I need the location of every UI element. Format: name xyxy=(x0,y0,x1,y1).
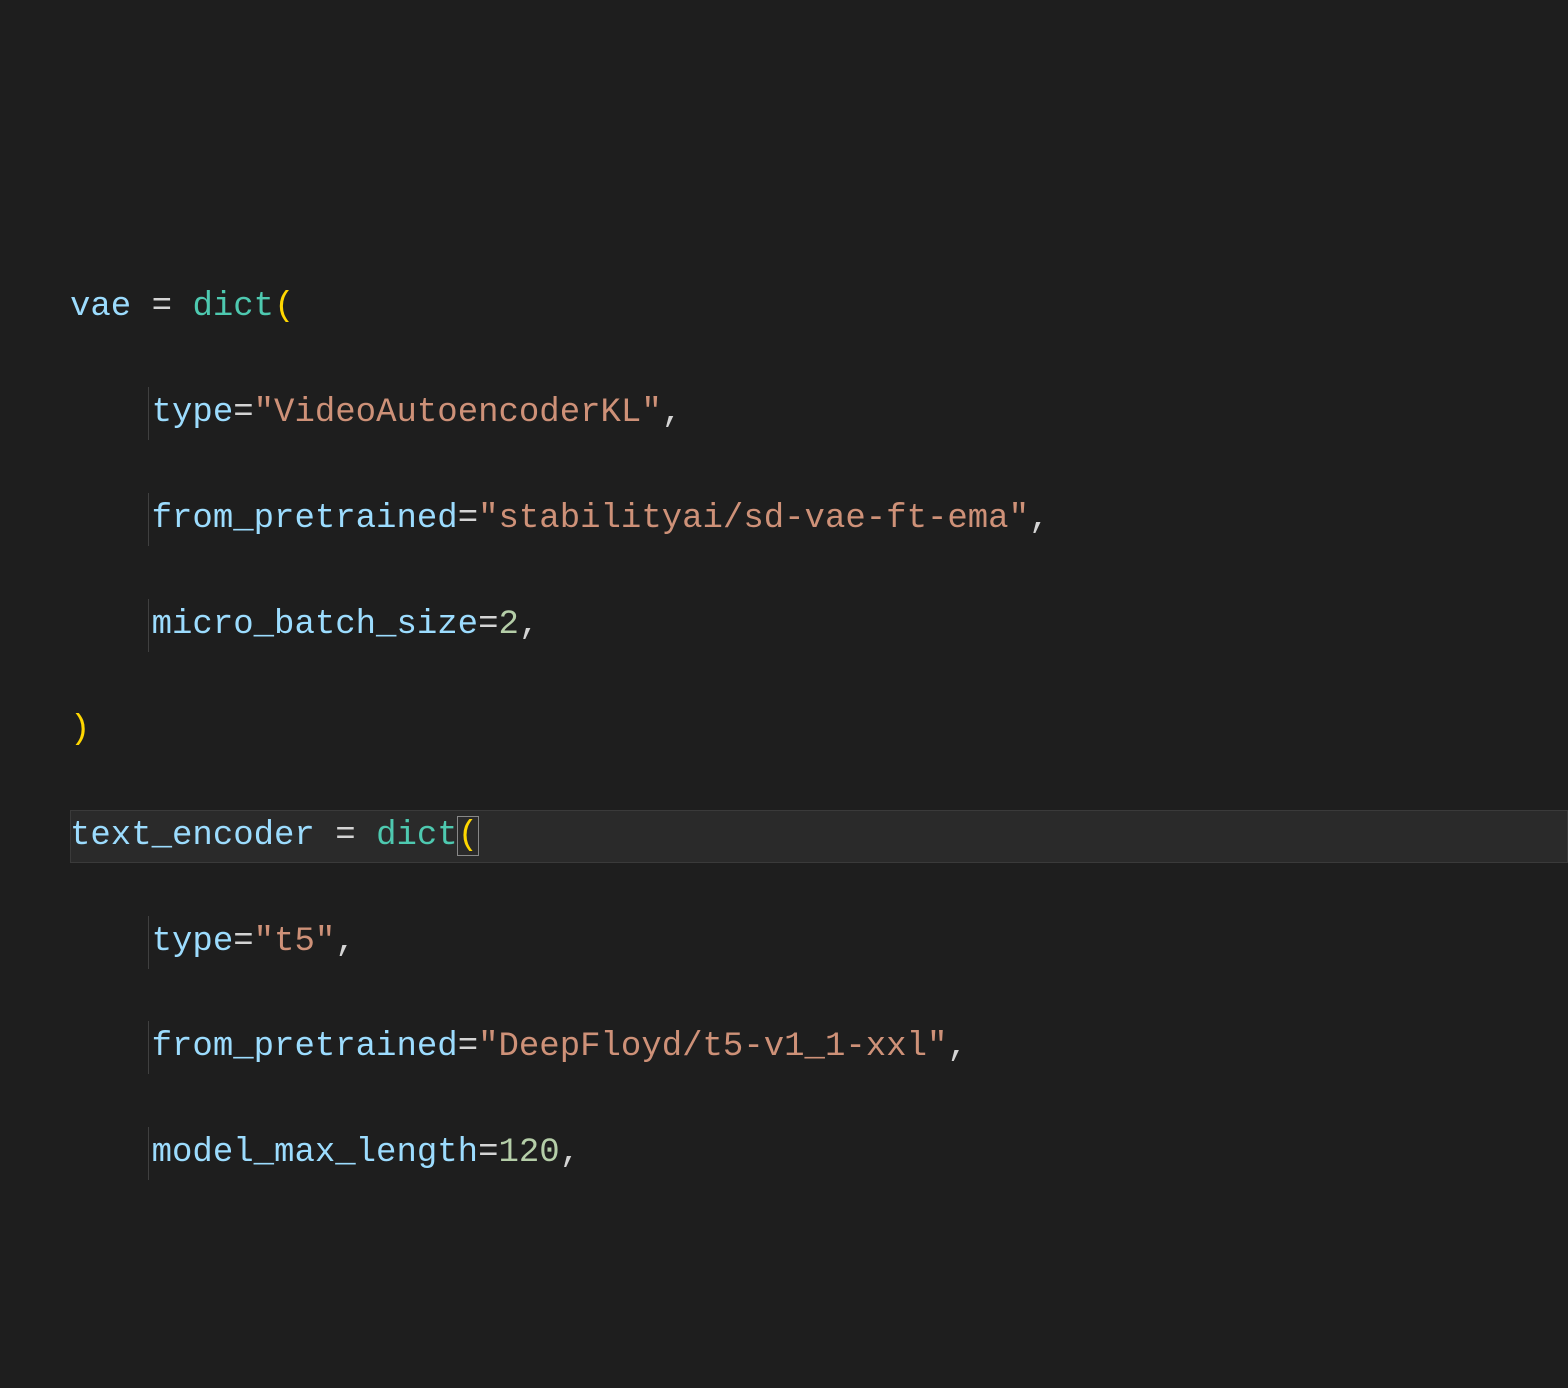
code-line[interactable]: ) xyxy=(70,704,1568,757)
string-token: "stabilityai/sd-vae-ft-ema" xyxy=(478,500,1029,538)
code-line-current[interactable]: text_encoder = dict( xyxy=(70,810,1568,863)
param-token: from_pretrained xyxy=(152,1028,458,1066)
indent-token xyxy=(70,500,152,538)
number-token: 2 xyxy=(498,606,518,644)
code-line[interactable]: type="t5", xyxy=(70,916,1568,969)
string-token: "t5" xyxy=(254,923,336,961)
comma-token: , xyxy=(947,1028,967,1066)
variable-token: text_encoder xyxy=(70,817,315,855)
variable-token: vae xyxy=(70,288,131,326)
param-token: type xyxy=(152,394,234,432)
operator-token: = xyxy=(233,923,253,961)
comma-token: , xyxy=(560,1134,580,1172)
indent-guide xyxy=(148,1021,149,1074)
function-token: dict xyxy=(192,288,274,326)
param-token: model_max_length xyxy=(152,1134,478,1172)
indent-guide xyxy=(148,599,149,652)
indent-token xyxy=(70,923,152,961)
indent-guide xyxy=(148,493,149,546)
operator-token: = xyxy=(458,1028,478,1066)
code-line[interactable]: model_max_length=120, xyxy=(70,1127,1568,1180)
indent-guide xyxy=(148,1127,149,1180)
indent-guide xyxy=(148,916,149,969)
code-line[interactable]: from_pretrained="DeepFloyd/t5-v1_1-xxl", xyxy=(70,1021,1568,1074)
operator-token: = xyxy=(233,394,253,432)
operator-token: = xyxy=(315,817,376,855)
indent-token xyxy=(70,1134,152,1172)
operator-token: = xyxy=(458,500,478,538)
operator-token: = xyxy=(478,606,498,644)
comma-token: , xyxy=(662,394,682,432)
function-token: dict xyxy=(376,817,458,855)
bracket-token: ) xyxy=(70,711,90,749)
number-token: 120 xyxy=(498,1134,559,1172)
param-token: type xyxy=(152,923,234,961)
indent-token xyxy=(70,1028,152,1066)
indent-token xyxy=(70,394,152,432)
string-token: "VideoAutoencoderKL" xyxy=(254,394,662,432)
code-line[interactable]: from_pretrained="stabilityai/sd-vae-ft-e… xyxy=(70,493,1568,546)
string-token: "DeepFloyd/t5-v1_1-xxl" xyxy=(478,1028,947,1066)
indent-guide xyxy=(148,387,149,440)
bracket-token: ( xyxy=(274,288,294,326)
param-token: from_pretrained xyxy=(152,500,458,538)
code-line[interactable]: vae = dict( xyxy=(70,281,1568,334)
code-editor[interactable]: vae = dict( type="VideoAutoencoderKL", f… xyxy=(0,229,1568,1233)
comma-token: , xyxy=(335,923,355,961)
indent-token xyxy=(70,606,152,644)
operator-token: = xyxy=(131,288,192,326)
comma-token: , xyxy=(1029,500,1049,538)
comma-token: , xyxy=(519,606,539,644)
code-line[interactable]: type="VideoAutoencoderKL", xyxy=(70,387,1568,440)
code-line[interactable]: micro_batch_size=2, xyxy=(70,599,1568,652)
bracket-token: ( xyxy=(457,816,479,856)
param-token: micro_batch_size xyxy=(152,606,478,644)
operator-token: = xyxy=(478,1134,498,1172)
